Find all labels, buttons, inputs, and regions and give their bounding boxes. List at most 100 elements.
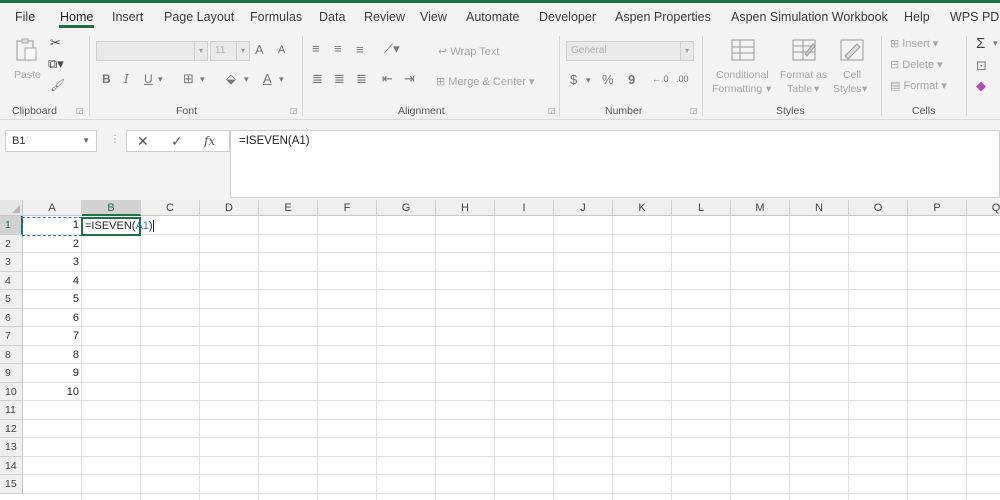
column-header-m[interactable]: M: [731, 200, 790, 216]
align-bottom-icon[interactable]: ≡: [356, 42, 364, 57]
copy-icon[interactable]: ⧉▾: [48, 56, 64, 72]
format-cells-button[interactable]: ▤ Format ▾: [890, 79, 947, 92]
column-header-a[interactable]: A: [23, 200, 82, 216]
merge-center-button[interactable]: ⊞ Merge & Center ▾: [436, 75, 535, 88]
tab-data[interactable]: Data: [319, 10, 345, 24]
row-header-6[interactable]: 6: [0, 308, 23, 327]
chevron-down-icon[interactable]: ▾: [993, 38, 998, 49]
cell-a3[interactable]: 3: [23, 253, 82, 272]
formula-input[interactable]: =ISEVEN(A1): [230, 130, 1000, 198]
row-header-7[interactable]: 7: [0, 327, 23, 346]
row-header-10[interactable]: 10: [0, 382, 23, 401]
cell-a9[interactable]: 9: [23, 364, 82, 383]
decrease-decimal-button[interactable]: .00: [676, 74, 689, 84]
column-header-d[interactable]: D: [200, 200, 259, 216]
tab-file[interactable]: File: [15, 10, 35, 24]
clipboard-launcher-icon[interactable]: ◲: [76, 106, 84, 115]
align-middle-icon[interactable]: ≡: [334, 41, 342, 56]
fill-color-icon[interactable]: ⬙: [226, 71, 236, 87]
insert-cells-button[interactable]: ⊞ Insert ▾: [890, 37, 938, 50]
align-right-icon[interactable]: ≣: [356, 71, 367, 87]
column-header-g[interactable]: G: [377, 200, 436, 216]
row-header-4[interactable]: 4: [0, 271, 23, 290]
column-header-f[interactable]: F: [318, 200, 377, 216]
cell-a5[interactable]: 5: [23, 290, 82, 309]
number-format-select[interactable]: General ▾: [566, 41, 694, 61]
tab-wps-pdf[interactable]: WPS PDF: [950, 10, 1000, 24]
tab-formulas[interactable]: Formulas: [250, 10, 302, 24]
row-header-5[interactable]: 5: [0, 290, 23, 309]
bold-button[interactable]: B: [102, 72, 111, 86]
clear-icon[interactable]: ◆: [976, 78, 986, 94]
chevron-down-icon[interactable]: ▾: [279, 74, 284, 85]
italic-button[interactable]: I: [124, 72, 129, 86]
shrink-font-button[interactable]: A: [278, 44, 285, 56]
font-size-select[interactable]: 11 ▾: [210, 41, 250, 61]
row-header-2[interactable]: 2: [0, 234, 23, 253]
chevron-down-icon[interactable]: ▾: [244, 74, 249, 85]
row-header-11[interactable]: 11: [0, 401, 23, 420]
tab-home[interactable]: Home: [60, 10, 93, 24]
column-header-q[interactable]: Q: [967, 200, 1000, 216]
increase-indent-icon[interactable]: ⇥: [404, 71, 415, 87]
font-color-button[interactable]: A: [263, 71, 272, 86]
chevron-down-icon[interactable]: ▾: [200, 74, 205, 85]
fill-icon[interactable]: ⊡: [976, 58, 987, 74]
drag-handle-icon[interactable]: ⋮: [110, 134, 120, 145]
increase-decimal-button[interactable]: ←.0: [652, 74, 669, 84]
grow-font-button[interactable]: A: [255, 42, 264, 57]
alignment-launcher-icon[interactable]: ◲: [548, 106, 556, 115]
column-header-k[interactable]: K: [613, 200, 672, 216]
chevron-down-icon[interactable]: ▾: [586, 75, 591, 86]
tab-review[interactable]: Review: [364, 10, 405, 24]
autosum-icon[interactable]: Σ: [976, 35, 985, 52]
delete-cells-button[interactable]: ⊟ Delete ▾: [890, 58, 943, 71]
column-header-o[interactable]: O: [849, 200, 908, 216]
name-box[interactable]: B1 ▼: [5, 130, 97, 152]
column-header-e[interactable]: E: [259, 200, 318, 216]
cell-a4[interactable]: 4: [23, 272, 82, 291]
font-launcher-icon[interactable]: ◲: [290, 106, 298, 115]
row-header-1[interactable]: 1: [0, 216, 23, 235]
cell-a10[interactable]: 10: [23, 383, 82, 402]
enter-button[interactable]: ✓: [171, 133, 183, 150]
column-header-j[interactable]: J: [554, 200, 613, 216]
column-header-h[interactable]: H: [436, 200, 495, 216]
active-cell-b1[interactable]: =ISEVEN(A1): [81, 217, 154, 236]
column-header-l[interactable]: L: [672, 200, 731, 216]
column-header-i[interactable]: I: [495, 200, 554, 216]
tab-insert[interactable]: Insert: [112, 10, 143, 24]
orientation-icon[interactable]: ⟋▾: [384, 41, 400, 57]
number-launcher-icon[interactable]: ◲: [690, 106, 698, 115]
borders-icon[interactable]: ⊞: [183, 71, 194, 87]
cut-icon[interactable]: ✂: [50, 35, 61, 51]
cancel-button[interactable]: ✕: [137, 133, 149, 150]
cell-a2[interactable]: 2: [23, 235, 82, 254]
cell-a8[interactable]: 8: [23, 346, 82, 365]
row-header-12[interactable]: 12: [0, 419, 23, 438]
tab-help[interactable]: Help: [904, 10, 930, 24]
column-header-c[interactable]: C: [141, 200, 200, 216]
underline-button[interactable]: U: [144, 72, 153, 86]
cell-a6[interactable]: 6: [23, 309, 82, 328]
format-painter-icon[interactable]: 🖌: [50, 78, 65, 92]
chevron-down-icon[interactable]: ▾: [158, 74, 163, 85]
row-header-15[interactable]: 15: [0, 475, 23, 494]
cell-a7[interactable]: 7: [23, 327, 82, 346]
column-header-p[interactable]: P: [908, 200, 967, 216]
select-all-button[interactable]: [0, 200, 23, 216]
decrease-indent-icon[interactable]: ⇤: [382, 71, 393, 87]
currency-button[interactable]: $: [570, 72, 577, 87]
insert-function-button[interactable]: fx: [204, 134, 215, 148]
tab-aspen-simulation-workbook[interactable]: Aspen Simulation Workbook: [731, 10, 888, 24]
tab-page-layout[interactable]: Page Layout: [164, 10, 234, 24]
percent-button[interactable]: %: [602, 72, 614, 87]
tab-view[interactable]: View: [420, 10, 447, 24]
column-header-b[interactable]: B: [82, 200, 141, 216]
row-header-3[interactable]: 3: [0, 253, 23, 272]
row-header-8[interactable]: 8: [0, 345, 23, 364]
align-left-icon[interactable]: ≣: [312, 71, 323, 87]
tab-developer[interactable]: Developer: [539, 10, 596, 24]
column-header-n[interactable]: N: [790, 200, 849, 216]
align-top-icon[interactable]: ≡: [312, 41, 320, 56]
